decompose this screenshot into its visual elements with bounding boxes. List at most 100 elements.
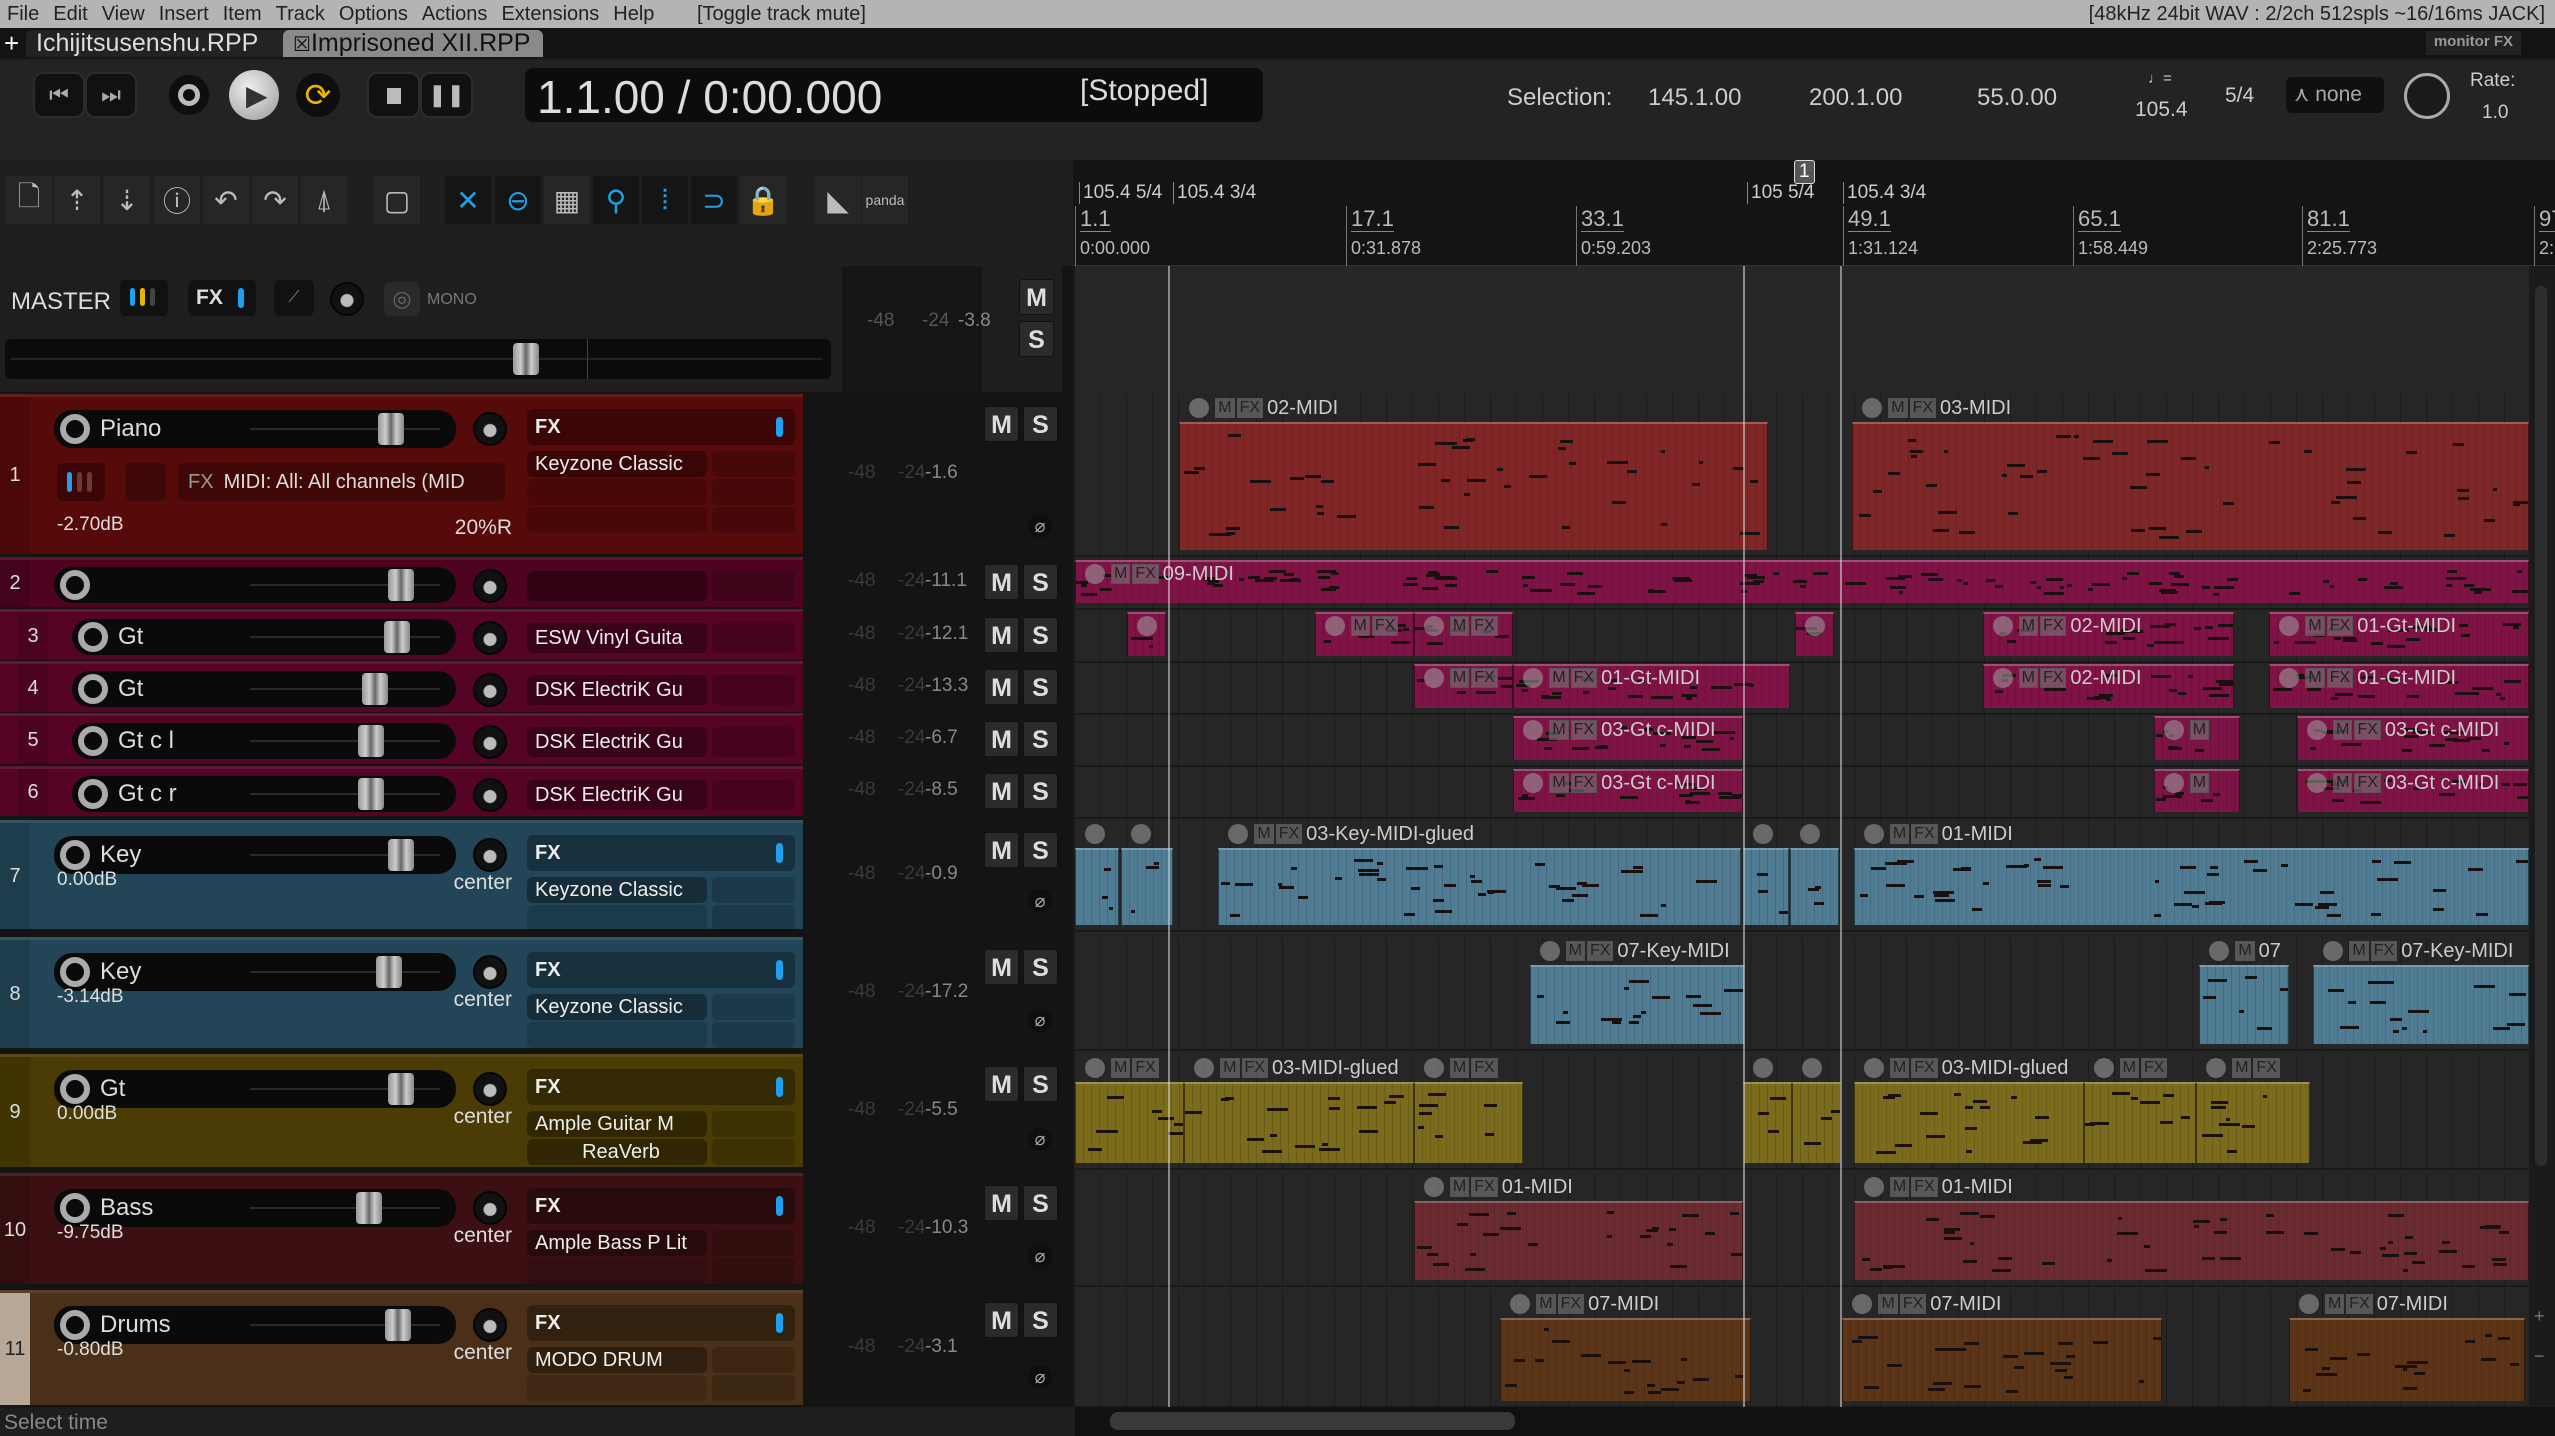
item-lock-icon[interactable]: [2298, 1294, 2319, 1314]
item-lock-icon[interactable]: [1852, 1294, 1873, 1314]
mute-button[interactable]: M: [984, 616, 1019, 653]
item-lock-icon[interactable]: [1228, 824, 1249, 844]
menu-extensions[interactable]: Extensions: [501, 0, 599, 28]
item-lock-icon[interactable]: [1753, 824, 1774, 844]
fx-bypass-slot[interactable]: [712, 1258, 795, 1284]
item-badge[interactable]: FX: [2039, 616, 2067, 636]
item-badge[interactable]: FX: [1275, 824, 1303, 844]
track-number[interactable]: 8: [0, 940, 30, 1048]
scrollbar-thumb[interactable]: [2535, 286, 2547, 1166]
fx-slot[interactable]: DSK ElectriK Gu: [527, 780, 707, 810]
volume-fader-handle[interactable]: [376, 956, 402, 988]
zoom-out-icon[interactable]: −: [2534, 1346, 2545, 1367]
item-badge[interactable]: FX: [1909, 398, 1937, 418]
track-8[interactable]: 8 Key FX Keyzone Classic -3.14dB center: [0, 937, 803, 1048]
item-badge[interactable]: FX: [1471, 1058, 1498, 1078]
track-number[interactable]: 10: [0, 1176, 30, 1284]
track-number[interactable]: 2: [0, 560, 30, 607]
repeat-button[interactable]: ⟳: [296, 73, 340, 117]
item-lock-icon[interactable]: [2206, 1058, 2227, 1078]
record-arm-button[interactable]: [60, 957, 90, 987]
record-arm-button[interactable]: [60, 1193, 90, 1223]
ruler-bar-label[interactable]: 17.1 0:31.878: [1346, 206, 1421, 266]
item-lock-icon[interactable]: [1137, 616, 1158, 636]
ruler-bar-label[interactable]: 33.1 0:59.203: [1576, 206, 1651, 266]
volume-fader-handle[interactable]: [358, 778, 384, 810]
selection-length[interactable]: 55.0.00: [1977, 84, 2057, 112]
fx-slot[interactable]: Keyzone Classic: [527, 451, 707, 477]
item-badge[interactable]: FX: [2326, 668, 2354, 688]
item-lock-icon[interactable]: [1423, 616, 1444, 636]
track-name[interactable]: Piano: [100, 415, 161, 443]
record-arm-button[interactable]: [78, 674, 108, 704]
track-peak[interactable]: -12.1: [925, 623, 968, 645]
item-badge[interactable]: FX: [2354, 720, 2381, 740]
item-lock-icon[interactable]: [2163, 720, 2184, 740]
phase-invert-icon[interactable]: ⌀: [1028, 889, 1052, 913]
media-item[interactable]: [1500, 1318, 1752, 1401]
phase-invert-icon[interactable]: ⌀: [1028, 1008, 1052, 1032]
master-mute-button[interactable]: M: [1019, 279, 1054, 315]
project-settings-icon[interactable]: ⓘ: [154, 176, 200, 224]
track-peak[interactable]: -3.1: [925, 1336, 958, 1358]
phase-invert-icon[interactable]: ⌀: [1028, 514, 1052, 538]
fx-bypass-slot[interactable]: [712, 479, 795, 505]
item-lock-icon[interactable]: [1863, 1058, 1884, 1078]
fx-slot[interactable]: ESW Vinyl Guita: [527, 623, 707, 653]
ruler-bar-label[interactable]: 65.1 1:58.449: [2073, 206, 2148, 266]
volume-fader-handle[interactable]: [388, 569, 414, 601]
fx-bypass-slot[interactable]: [712, 727, 795, 757]
fx-slot[interactable]: [527, 1258, 707, 1284]
item-badge[interactable]: FX: [1586, 941, 1614, 961]
media-item[interactable]: [1743, 1082, 1792, 1163]
solo-button[interactable]: S: [1023, 832, 1058, 868]
item-badge[interactable]: FX: [1570, 773, 1598, 793]
item-badge[interactable]: M: [1878, 1294, 1898, 1314]
volume-fader-handle[interactable]: [358, 725, 384, 757]
time-display[interactable]: 1.1.00 / 0:00.000 [Stopped]: [525, 68, 1263, 123]
item-lock-icon[interactable]: [2307, 773, 2328, 793]
audio-status[interactable]: [48kHz 24bit WAV : 2/2ch 512spls ~16/16m…: [2089, 0, 2545, 28]
menu-insert[interactable]: Insert: [159, 0, 209, 28]
item-badge[interactable]: FX: [1132, 1058, 1159, 1078]
volume-fader-track[interactable]: [250, 636, 440, 638]
media-item[interactable]: [1413, 1082, 1524, 1163]
tempo-marker[interactable]: 105.4 3/4: [1173, 182, 1256, 204]
item-badge[interactable]: FX: [1371, 616, 1399, 636]
media-item[interactable]: [1790, 848, 1840, 925]
track-2[interactable]: 2: [0, 557, 803, 607]
pan-knob[interactable]: [473, 1308, 507, 1342]
fx-slot[interactable]: DSK ElectriK Gu: [527, 675, 707, 705]
record-arm-button[interactable]: [60, 414, 90, 444]
item-lock-icon[interactable]: [1992, 668, 2013, 688]
master-fx-button[interactable]: FX: [188, 280, 256, 316]
item-badge[interactable]: M: [2305, 668, 2325, 688]
track-lane[interactable]: M FX 03-Gt c-MIDI M M FX 03-Gt c-MIDI: [1075, 713, 2529, 767]
item-badge[interactable]: M: [1549, 720, 1569, 740]
phase-invert-icon[interactable]: ⌀: [1028, 1244, 1052, 1268]
track-lane[interactable]: M FX 01-MIDI M FX 01-MIDI: [1075, 1173, 2529, 1287]
item-badge[interactable]: FX: [1911, 824, 1938, 844]
item-badge[interactable]: M: [1449, 1177, 1470, 1197]
fx-slot[interactable]: [527, 571, 707, 601]
item-lock-icon[interactable]: [1805, 616, 1826, 636]
fx-slot[interactable]: Keyzone Classic: [527, 877, 707, 903]
tempo-marker[interactable]: 105.4 3/4: [1843, 182, 1926, 204]
fader-handle[interactable]: [513, 343, 539, 375]
item-badge[interactable]: M: [2189, 720, 2210, 740]
lock-icon[interactable]: 🔒: [740, 176, 786, 224]
pan-knob[interactable]: [473, 1191, 507, 1225]
media-item[interactable]: [1179, 422, 1768, 550]
media-item[interactable]: [1075, 848, 1119, 925]
menu-track[interactable]: Track: [276, 0, 325, 28]
media-item[interactable]: [1852, 422, 2529, 550]
phase-invert-icon[interactable]: ⌀: [1028, 1365, 1052, 1389]
theme-icon[interactable]: ◣: [815, 176, 861, 224]
phase-invert-icon[interactable]: ⌀: [1028, 1127, 1052, 1151]
solo-button[interactable]: S: [1023, 1185, 1058, 1221]
tempo-value[interactable]: 105.4: [2135, 98, 2188, 122]
item-badge[interactable]: M: [1220, 1058, 1240, 1078]
track-lane[interactable]: M FX M FX M FX 02-MIDI M FX 01-Gt-MIDI: [1075, 609, 2529, 663]
item-badge[interactable]: FX: [2346, 1294, 2373, 1314]
ruler-bar-label[interactable]: 81.1 2:25.773: [2302, 206, 2377, 266]
